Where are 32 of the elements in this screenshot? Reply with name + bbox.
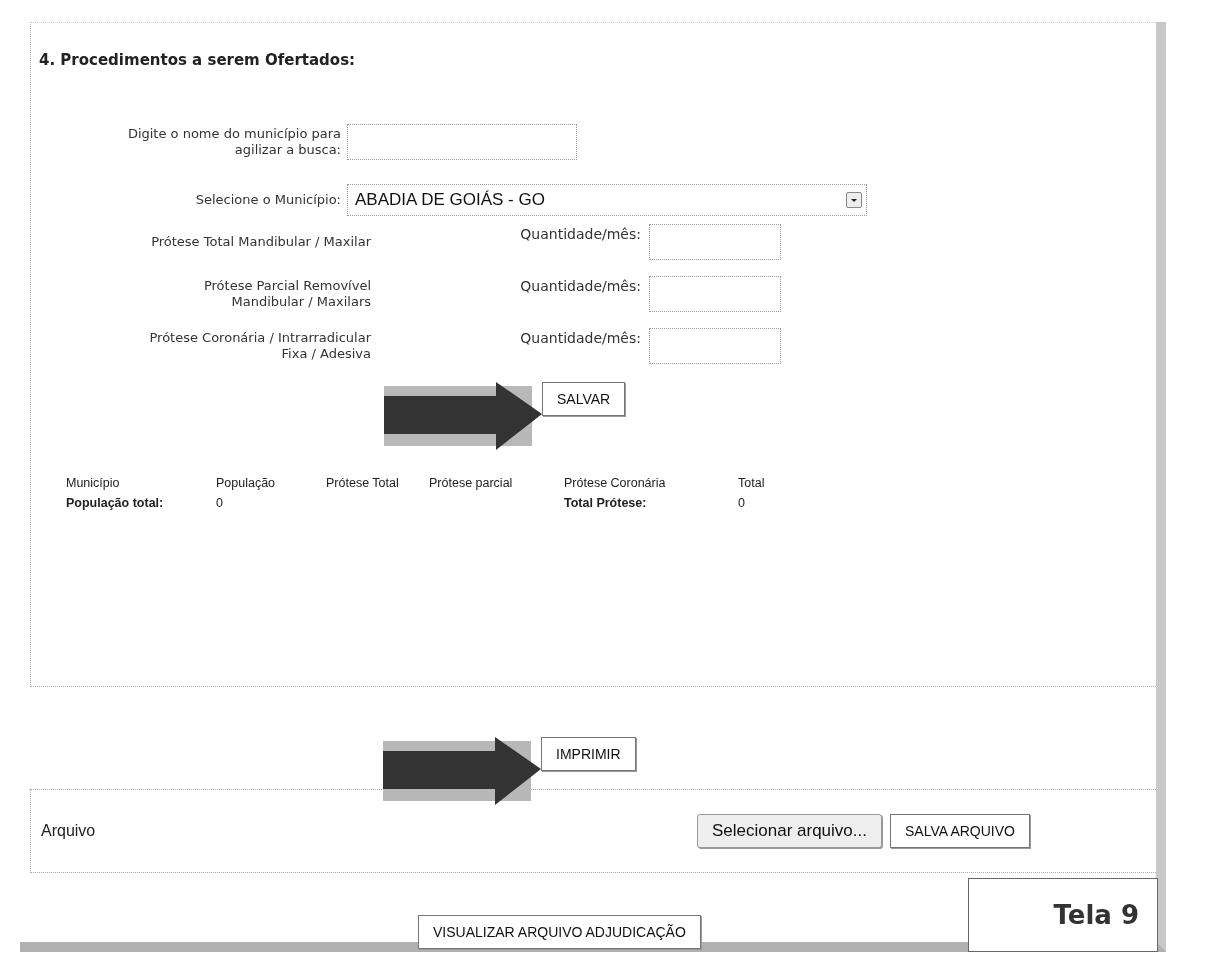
quantity-field[interactable] [649, 276, 781, 312]
save-file-button[interactable]: SALVA ARQUIVO [890, 814, 1030, 848]
procedure-label: Prótese Total Mandibular / Maxilar [150, 234, 371, 250]
municipality-label: Selecione o Município: [194, 192, 341, 208]
section-title: 4. Procedimentos a serem Ofertados: [38, 51, 357, 69]
population-total-label: População total: [66, 496, 165, 510]
column-header: Prótese Total [326, 476, 400, 490]
quantity-label: Quantidade/mês: [519, 277, 641, 294]
procedure-label: Prótese Coronária / Intrarradicular Fixa / Adesiva [148, 330, 371, 362]
column-header: Município [66, 476, 121, 490]
column-header: População [216, 476, 277, 490]
column-header: Prótese Coronária [564, 476, 667, 490]
column-header: Prótese parcial [429, 476, 514, 490]
view-file-button[interactable]: VISUALIZAR ARQUIVO ADJUDICAÇÃO [418, 915, 701, 949]
quantity-field[interactable] [649, 328, 781, 364]
prosthesis-total-label: Total Prótese: [564, 496, 648, 510]
procedure-label: Prótese Parcial Removível Mandibular / Maxilars [202, 278, 371, 310]
screen-caption: Tela 9 [968, 878, 1158, 952]
prosthesis-total-value: 0 [738, 496, 746, 510]
quantity-label: Quantidade/mês: [519, 225, 641, 242]
save-button[interactable]: SALVAR [542, 382, 626, 416]
column-header: Total [738, 476, 766, 490]
search-label: Digite o nome do município para agilizar a busca: [126, 126, 341, 158]
population-total-value: 0 [216, 496, 224, 510]
file-label: Arquivo [41, 822, 97, 840]
quantity-field[interactable] [649, 224, 781, 260]
quantity-label: Quantidade/mês: [519, 329, 641, 346]
caret-icon [846, 192, 862, 208]
print-button[interactable]: IMPRIMIR [541, 737, 636, 771]
choose-file-button[interactable]: Selecionar arquivo... [697, 814, 882, 848]
municipality-select[interactable]: ABADIA DE GOIÁS - GO [347, 184, 867, 216]
search-field[interactable] [347, 124, 577, 160]
